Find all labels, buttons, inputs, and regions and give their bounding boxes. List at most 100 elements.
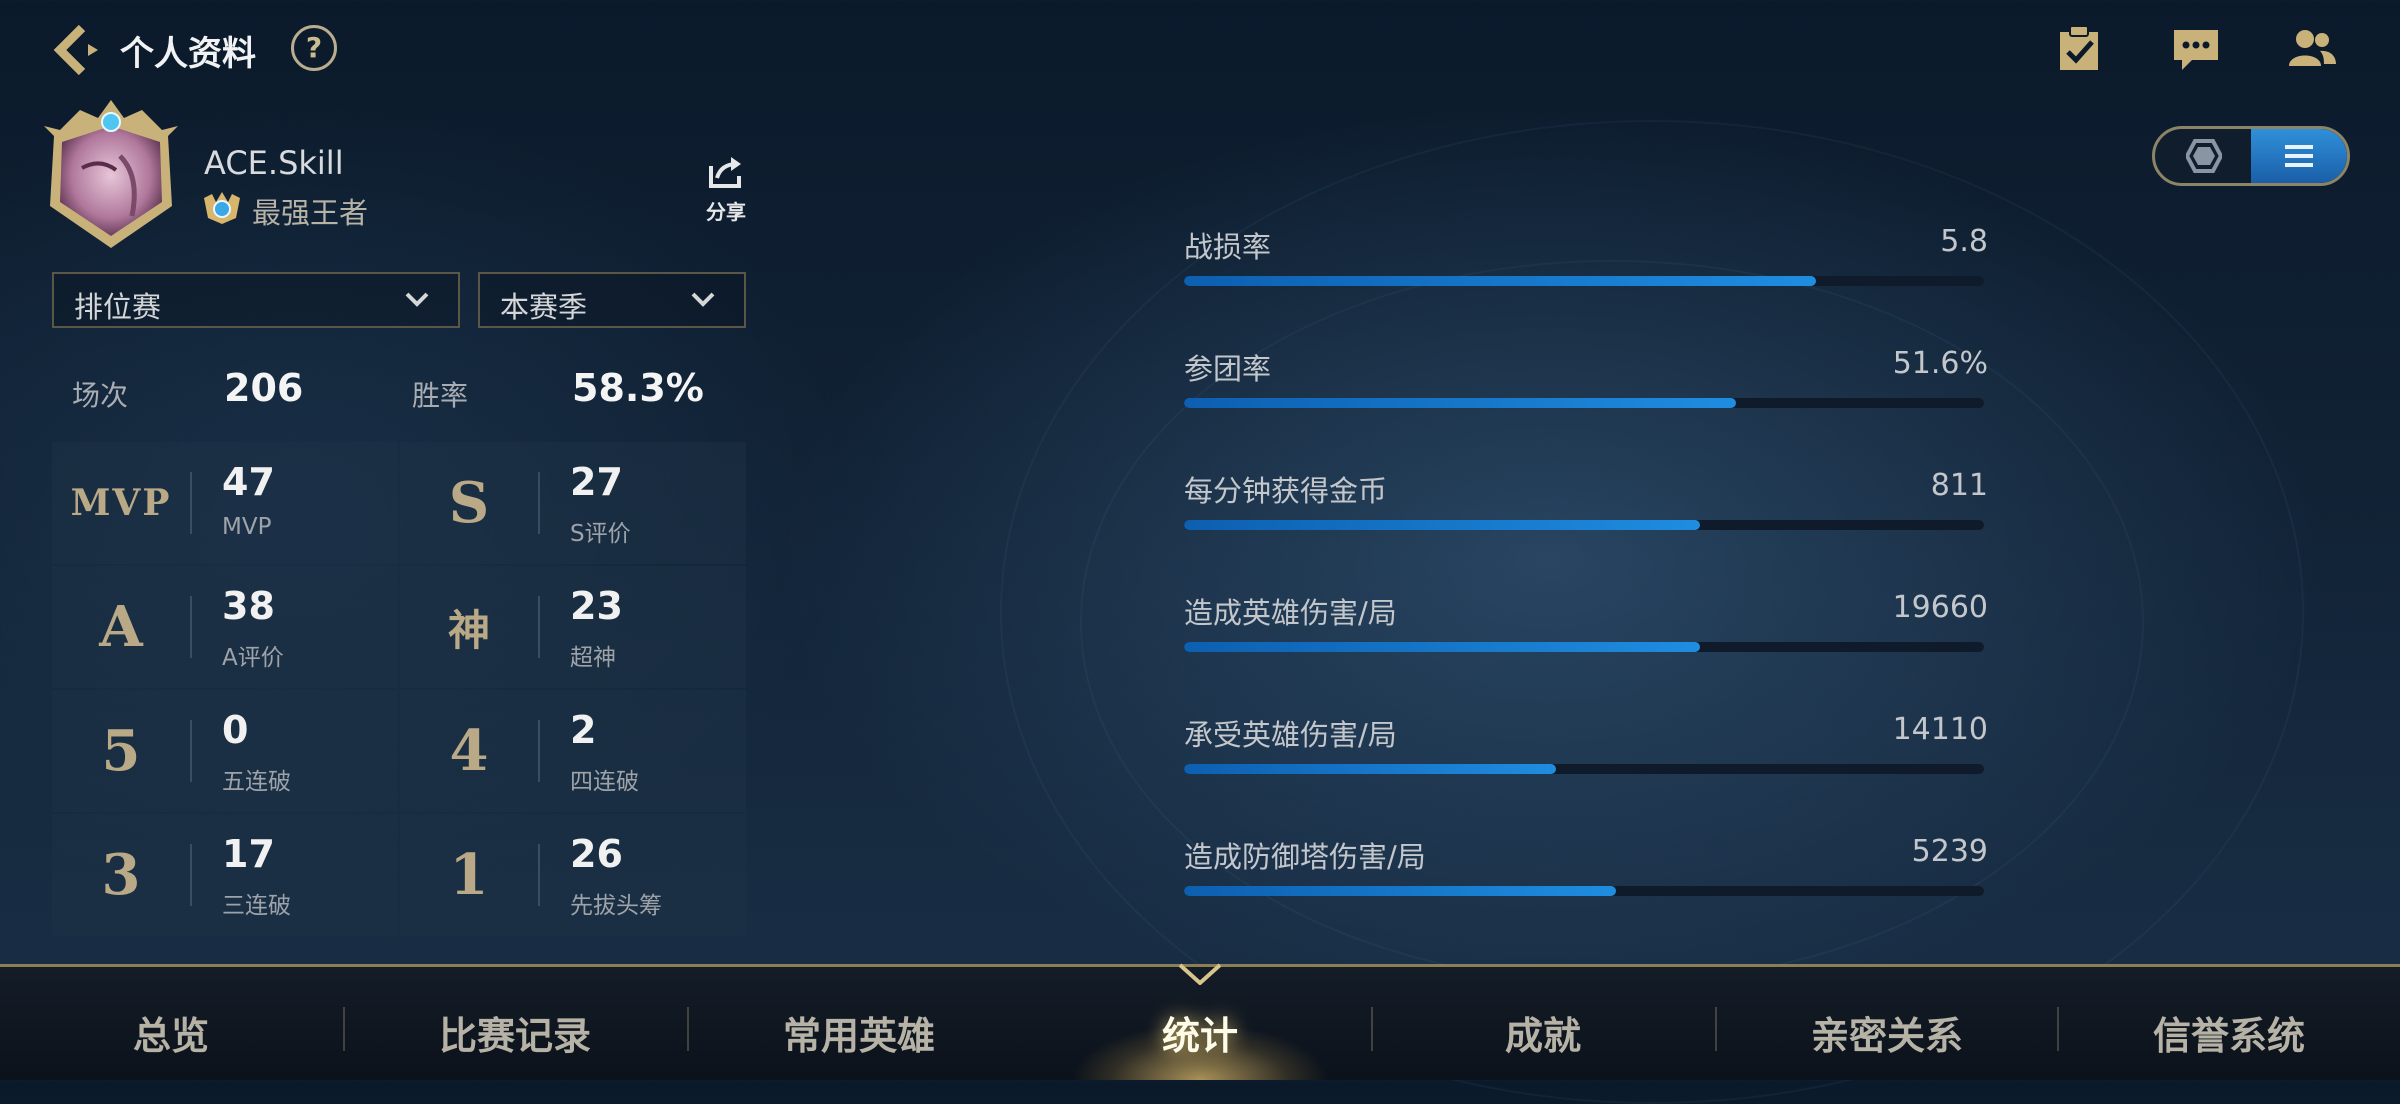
tab-label: 成就 xyxy=(1504,1014,1581,1058)
godlike-emblem-icon: 神 xyxy=(447,605,490,655)
stat-label: A评价 xyxy=(222,645,284,671)
metric-label: 造成防御塔伤害/局 xyxy=(1184,840,1426,874)
metric-value: 14110 xyxy=(1892,712,1988,747)
metric-bar xyxy=(1184,520,1984,530)
toggle-radar-view[interactable] xyxy=(2155,129,2253,183)
metric-bar-fill xyxy=(1184,276,1816,286)
metric-row: 造成防御塔伤害/局 5239 xyxy=(1184,834,1988,904)
stat-value: 27 xyxy=(570,460,623,504)
tab-credit-system[interactable]: 信誉系统 xyxy=(2058,967,2400,1080)
metric-row: 每分钟获得金币 811 xyxy=(1184,468,1988,538)
tab-label: 比赛记录 xyxy=(438,1014,591,1058)
chat-icon[interactable] xyxy=(2170,24,2222,74)
metric-label: 参团率 xyxy=(1184,352,1272,386)
metric-value: 811 xyxy=(1930,468,1988,503)
mode-dropdown[interactable]: 排位赛 xyxy=(52,272,460,328)
stat-cell-first-blood: 1 26 先拔头筹 xyxy=(400,814,746,936)
metric-bar xyxy=(1184,764,1984,774)
stat-cell-mvp: MVP 47 MVP xyxy=(52,442,398,564)
s-rating-emblem-icon: S xyxy=(448,470,490,536)
games-value: 206 xyxy=(224,366,304,410)
stat-label: 超神 xyxy=(570,645,616,671)
back-arrow-icon[interactable] xyxy=(52,22,104,78)
metric-bar xyxy=(1184,276,1984,286)
tab-achievements[interactable]: 成就 xyxy=(1372,967,1714,1080)
stat-cell-godlike: 神 23 超神 xyxy=(400,566,746,688)
checklist-icon[interactable] xyxy=(2054,24,2106,74)
tab-label: 亲密关系 xyxy=(1810,1014,1963,1058)
metric-value: 5239 xyxy=(1911,834,1988,869)
metric-bar-fill xyxy=(1184,398,1736,408)
season-dropdown[interactable]: 本赛季 xyxy=(478,272,746,328)
tab-label: 总览 xyxy=(132,1014,209,1058)
stat-value: 2 xyxy=(570,708,597,752)
tab-intimacy[interactable]: 亲密关系 xyxy=(1716,967,2058,1080)
metric-bar-fill xyxy=(1184,520,1700,530)
stat-value: 23 xyxy=(570,584,623,628)
stat-value: 47 xyxy=(222,460,275,504)
help-icon[interactable]: ? xyxy=(291,25,337,71)
chevron-down-icon xyxy=(405,292,429,307)
bottom-nav: 总览 比赛记录 常用英雄 统计 成就 亲密关系 信誉系统 xyxy=(0,963,2400,1080)
hexagon-icon xyxy=(2186,139,2222,173)
metric-label: 每分钟获得金币 xyxy=(1184,474,1388,508)
metric-bar xyxy=(1184,886,1984,896)
stat-cell-triple-kill: 3 17 三连破 xyxy=(52,814,398,936)
metric-row: 承受英雄伤害/局 14110 xyxy=(1184,712,1988,782)
stat-label: S评价 xyxy=(570,521,631,547)
metric-label: 战损率 xyxy=(1184,230,1272,264)
tab-label: 常用英雄 xyxy=(782,1014,935,1058)
stat-value: 38 xyxy=(222,584,275,628)
season-dropdown-value: 本赛季 xyxy=(500,290,588,324)
stat-label: MVP xyxy=(222,514,272,540)
games-label: 场次 xyxy=(72,379,129,412)
metric-row: 战损率 5.8 xyxy=(1184,224,1988,294)
chevron-down-icon xyxy=(691,292,715,307)
metric-bar-fill xyxy=(1184,886,1616,896)
tab-match-history[interactable]: 比赛记录 xyxy=(344,967,686,1080)
list-icon xyxy=(2285,145,2313,167)
stat-cell-a-rating: A 38 A评价 xyxy=(52,566,398,688)
stat-cell-penta-kill: 5 0 五连破 xyxy=(52,690,398,812)
a-rating-emblem-icon: A xyxy=(99,594,143,660)
metric-row: 参团率 51.6% xyxy=(1184,346,1988,416)
metric-label: 承受英雄伤害/局 xyxy=(1184,718,1397,752)
page-title: 个人资料 xyxy=(120,34,256,74)
stat-label: 三连破 xyxy=(222,893,291,919)
tab-label: 统计 xyxy=(1161,1014,1238,1058)
triple-kill-emblem-icon: 3 xyxy=(101,842,141,908)
metric-value: 19660 xyxy=(1892,590,1988,625)
mvp-emblem-icon: MVP xyxy=(70,482,172,524)
stat-cell-s-rating: S 27 S评价 xyxy=(400,442,746,564)
metric-bar-fill xyxy=(1184,642,1700,652)
rank-name: 最强王者 xyxy=(252,196,369,230)
metric-value: 5.8 xyxy=(1940,224,1988,259)
view-toggle[interactable] xyxy=(2152,126,2350,186)
tab-statistics[interactable]: 统计 xyxy=(1029,967,1371,1080)
stat-label: 四连破 xyxy=(570,769,639,795)
first-blood-emblem-icon: 1 xyxy=(449,842,489,908)
toggle-list-view[interactable] xyxy=(2251,129,2347,183)
stat-value: 17 xyxy=(222,832,275,876)
share-button[interactable]: 分享 xyxy=(696,154,756,224)
mode-dropdown-value: 排位赛 xyxy=(74,290,162,324)
metric-bar xyxy=(1184,642,1984,652)
quadra-kill-emblem-icon: 4 xyxy=(449,718,489,784)
stat-label: 五连破 xyxy=(222,769,291,795)
tab-overview[interactable]: 总览 xyxy=(0,967,342,1080)
stat-value: 0 xyxy=(222,708,249,752)
winrate-value: 58.3% xyxy=(572,366,704,410)
share-label: 分享 xyxy=(706,200,746,224)
tab-label: 信誉系统 xyxy=(2152,1014,2305,1058)
achievement-stats-grid: MVP 47 MVP S 27 S评价 A 38 A评价 神 23 超神 5 0… xyxy=(52,442,746,936)
friends-icon[interactable] xyxy=(2286,24,2338,74)
avatar[interactable] xyxy=(40,96,182,252)
username: ACE.Skill xyxy=(204,144,344,182)
stat-value: 26 xyxy=(570,832,623,876)
tab-common-heroes[interactable]: 常用英雄 xyxy=(688,967,1030,1080)
metric-value: 51.6% xyxy=(1892,346,1988,381)
metric-bar xyxy=(1184,398,1984,408)
stat-cell-quadra-kill: 4 2 四连破 xyxy=(400,690,746,812)
metric-bar-fill xyxy=(1184,764,1556,774)
metric-label: 造成英雄伤害/局 xyxy=(1184,596,1397,630)
